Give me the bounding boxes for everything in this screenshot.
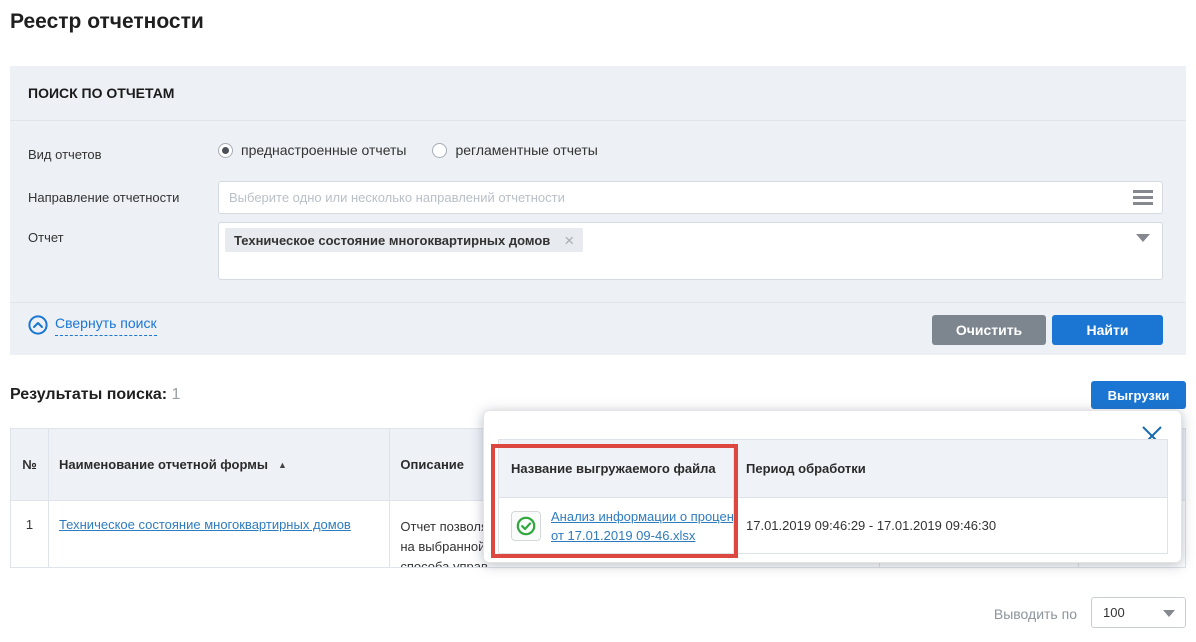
report-type-radio-group: преднастроенные отчеты регламентные отче…	[218, 142, 598, 158]
radio-preconfigured-reports[interactable]: преднастроенные отчеты	[218, 142, 406, 158]
downloads-button[interactable]: Выгрузки	[1091, 381, 1186, 409]
search-panel-title: ПОИСК ПО ОТЧЕТАМ	[28, 66, 174, 120]
column-header-period: Период обработки	[734, 440, 1167, 497]
success-check-icon	[511, 511, 541, 541]
search-button[interactable]: Найти	[1052, 315, 1163, 345]
report-multiselect[interactable]: Техническое состояние многоквартирных до…	[218, 222, 1163, 280]
radio-unselected-icon[interactable]	[432, 143, 447, 158]
results-label: Результаты поиска:	[10, 386, 167, 403]
clear-button[interactable]: Очистить	[932, 315, 1046, 345]
row-number-cell: 1	[11, 501, 49, 567]
chevron-down-icon	[1163, 610, 1175, 617]
chevron-up-circle-icon	[28, 315, 48, 340]
report-tag: Техническое состояние многоквартирных до…	[225, 228, 583, 252]
processing-period-value: 17.01.2019 09:46:29 - 17.01.2019 09:46:3…	[746, 518, 996, 533]
column-header-num: №	[11, 429, 49, 500]
search-panel: ПОИСК ПО ОТЧЕТАМ Вид отчетов преднастрое…	[10, 66, 1186, 355]
collapse-search-label: Свернуть поиск	[55, 315, 157, 336]
download-file-link[interactable]: Анализ информации о проценте износа МКД …	[551, 507, 734, 545]
period-cell: 17.01.2019 09:46:29 - 17.01.2019 09:46:3…	[734, 498, 1167, 553]
page-size-select[interactable]: 100	[1091, 597, 1186, 628]
page-title: Реестр отчетности	[10, 10, 204, 34]
results-title: Результаты поиска: 1	[10, 386, 180, 404]
file-cell: Анализ информации о проценте износа МКД …	[499, 498, 734, 553]
collapse-search-link[interactable]: Свернуть поиск	[28, 315, 157, 340]
page-size-value: 100	[1103, 605, 1125, 620]
radio-label: регламентные отчеты	[455, 142, 597, 158]
report-tag-label: Техническое состояние многоквартирных до…	[234, 233, 550, 248]
report-type-label: Вид отчетов	[28, 147, 102, 162]
radio-selected-icon[interactable]	[218, 143, 233, 158]
row-name-cell: Техническое состояние многоквартирных до…	[49, 501, 390, 567]
radio-label: преднастроенные отчеты	[241, 142, 406, 158]
chevron-down-icon[interactable]	[1136, 234, 1150, 242]
report-label: Отчет	[28, 230, 64, 245]
direction-label: Направление отчетности	[28, 190, 179, 205]
report-registry-page: Реестр отчетности ПОИСК ПО ОТЧЕТАМ Вид о…	[0, 0, 1196, 642]
page-size-label: Выводить по	[947, 606, 1077, 622]
downloads-table: Название выгружаемого файла Период обраб…	[498, 439, 1168, 554]
downloads-popup: Название выгружаемого файла Период обраб…	[483, 410, 1182, 563]
sort-asc-icon[interactable]: ▲	[278, 460, 287, 470]
column-header-file-name: Название выгружаемого файла	[499, 440, 734, 497]
panel-footer-divider	[10, 302, 1186, 303]
panel-title-divider	[10, 120, 1186, 121]
downloads-row: Анализ информации о проценте износа МКД …	[499, 498, 1167, 553]
report-form-link[interactable]: Техническое состояние многоквартирных до…	[59, 517, 351, 532]
hamburger-icon[interactable]	[1133, 190, 1153, 205]
column-header-name[interactable]: Наименование отчетной формы ▲	[49, 429, 390, 500]
results-count: 1	[172, 386, 181, 403]
direction-input[interactable]	[218, 181, 1163, 214]
downloads-header-row: Название выгружаемого файла Период обраб…	[499, 440, 1167, 498]
tag-remove-icon[interactable]: ×	[564, 232, 574, 249]
radio-regulated-reports[interactable]: регламентные отчеты	[432, 142, 597, 158]
